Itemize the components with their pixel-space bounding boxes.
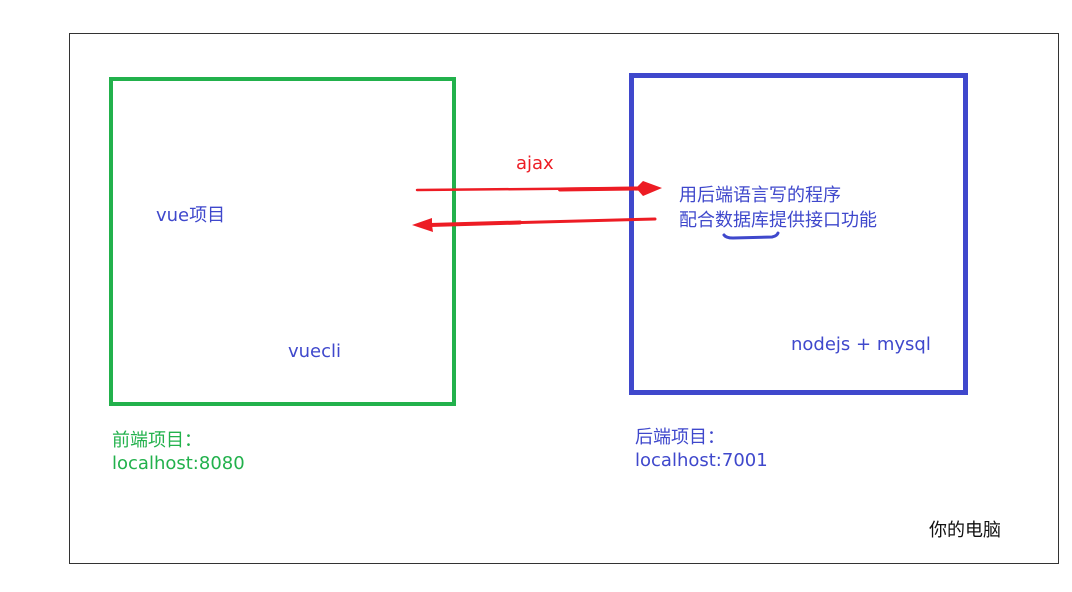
- arrows-layer: [412, 181, 780, 240]
- database-underline: [722, 231, 780, 240]
- response-arrow: [412, 217, 657, 232]
- request-arrow: [415, 181, 662, 196]
